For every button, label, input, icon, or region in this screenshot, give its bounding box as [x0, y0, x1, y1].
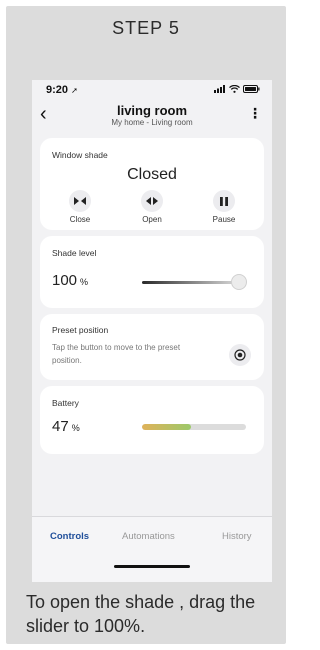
open-button[interactable]: Open: [124, 190, 180, 224]
level-unit: %: [80, 277, 89, 287]
tab-controls[interactable]: Controls: [50, 531, 89, 542]
page-title: living room: [116, 103, 188, 118]
tab-automations[interactable]: Automations: [122, 531, 175, 542]
battery-bar-fill: [142, 424, 191, 430]
close-label: Close: [69, 215, 91, 224]
card-label: Preset position: [52, 325, 109, 335]
shade-level-card: Shade level 100%: [40, 236, 264, 308]
status-bar: 9:20 ➚: [32, 80, 272, 102]
location-arrow-icon: ➚: [71, 86, 78, 95]
more-vertical-icon[interactable]: ⋮: [248, 106, 262, 120]
slider-handle[interactable]: [231, 274, 247, 290]
level-number: 100: [52, 272, 78, 289]
card-label: Shade level: [52, 248, 97, 258]
page-subtitle: My home - Living room: [111, 118, 193, 127]
pause-icon: [213, 190, 235, 212]
status-time: 9:20 ➚: [46, 84, 78, 96]
time-text: 9:20: [46, 84, 69, 96]
home-indicator: [114, 565, 190, 568]
card-label: Window shade: [52, 150, 108, 160]
battery-bar: [142, 424, 246, 430]
app-header: ‹ living room My home - Living room ⋮: [32, 102, 272, 132]
open-arrows-icon: [141, 190, 163, 212]
target-icon: [234, 349, 246, 361]
signal-icon: [214, 85, 225, 93]
close-button[interactable]: Close: [52, 190, 108, 224]
card-label: Battery: [52, 398, 79, 408]
preset-button[interactable]: [229, 344, 251, 366]
step-title: STEP 5: [112, 18, 180, 38]
open-label: Open: [142, 215, 162, 224]
preset-position-card: Preset position Tap the button to move t…: [40, 314, 264, 380]
phone-screen: 9:20 ➚ ‹ living room My home - Living ro…: [32, 80, 272, 582]
shade-level-value: 100%: [52, 272, 88, 289]
close-arrows-icon: [69, 190, 91, 212]
window-shade-card: Window shade Closed Close Open Pause: [40, 138, 264, 230]
tab-history[interactable]: History: [222, 531, 252, 542]
battery-card: Battery 47%: [40, 386, 264, 454]
tab-bar: Controls Automations History: [32, 516, 272, 582]
status-icons: [214, 85, 260, 93]
battery-unit: %: [71, 423, 80, 433]
pause-button[interactable]: Pause: [196, 190, 252, 224]
wifi-icon: [229, 85, 240, 93]
shade-state: Closed: [127, 166, 177, 183]
battery-icon: [243, 85, 260, 93]
battery-number: 47: [52, 418, 69, 435]
battery-value: 47%: [52, 418, 80, 435]
preset-description: Tap the button to move to the preset pos…: [52, 343, 181, 365]
pause-label: Pause: [212, 215, 236, 224]
instruction-caption: To open the shade , drag the slider to 1…: [26, 592, 256, 636]
shade-level-slider[interactable]: [142, 281, 238, 284]
instruction-frame: STEP 5 9:20 ➚ ‹ living room My home - Li…: [6, 6, 286, 644]
